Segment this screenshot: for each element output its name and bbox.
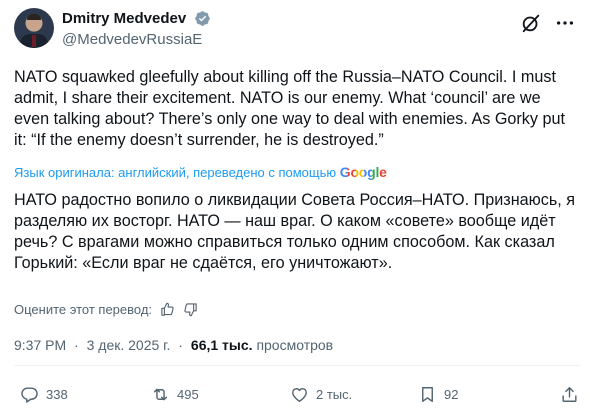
reply-count: 338 <box>46 386 68 402</box>
rate-translation-label: Оцените этот перевод: <box>14 301 153 317</box>
views-count: 66,1 тыс. <box>190 337 253 353</box>
retweet-button[interactable]: 495 <box>151 383 199 405</box>
divider <box>14 365 580 366</box>
views-label: просмотров <box>256 337 334 353</box>
tweet-text: NATO squawked gleefully about killing of… <box>14 68 565 149</box>
share-button[interactable] <box>560 383 586 405</box>
more-icon[interactable] <box>554 12 576 34</box>
author-names: Dmitry Medvedev @MedvedevRussiaE <box>62 10 211 48</box>
share-icon <box>562 386 577 402</box>
meta-separator: · <box>178 337 184 353</box>
translated-text: НАТО радостно вопило о ликвидации Совета… <box>14 191 576 272</box>
like-icon <box>292 387 307 402</box>
avatar[interactable] <box>14 8 54 48</box>
avatar-hair <box>27 14 41 20</box>
avatar-tie <box>32 35 36 47</box>
like-button[interactable]: 2 тыс. <box>290 383 352 405</box>
like-count: 2 тыс. <box>316 386 353 402</box>
translation-attribution-label: Язык оригинала: английский, переведено с… <box>14 165 337 180</box>
reply-icon <box>21 386 38 403</box>
google-logo[interactable]: Google <box>340 164 387 180</box>
verified-badge-icon[interactable] <box>194 10 211 27</box>
tweet-time[interactable]: 9:37 PM <box>14 337 66 353</box>
tweet-meta: 9:37 PM · 3 дек. 2025 г. · 66,1 тыс. про… <box>14 337 333 353</box>
rate-translation: Оцените этот перевод: <box>14 299 198 319</box>
thumbs-up-icon[interactable] <box>160 302 175 317</box>
bookmark-icon <box>422 386 433 402</box>
retweet-count: 495 <box>177 386 199 402</box>
tweet-header: Dmitry Medvedev @MedvedevRussiaE <box>14 8 576 52</box>
meta-separator: · <box>74 337 79 353</box>
bookmark-button[interactable]: 92 <box>418 383 458 405</box>
tweet-date[interactable]: 3 дек. 2025 г. <box>87 337 171 353</box>
reply-button[interactable]: 338 <box>20 383 68 405</box>
retweet-icon <box>153 388 168 400</box>
grok-icon[interactable] <box>520 12 542 34</box>
bookmark-count: 92 <box>444 386 459 402</box>
translation-attribution: Язык оригинала: английский, переведено с… <box>14 164 580 181</box>
action-bar: 338 495 2 тыс. 92 <box>14 383 580 405</box>
author-display-name[interactable]: Dmitry Medvedev <box>62 10 186 27</box>
google-logo-text: Google <box>339 164 387 180</box>
thumbs-down-icon[interactable] <box>183 302 198 317</box>
author-handle[interactable]: @MedvedevRussiaE <box>62 31 211 48</box>
